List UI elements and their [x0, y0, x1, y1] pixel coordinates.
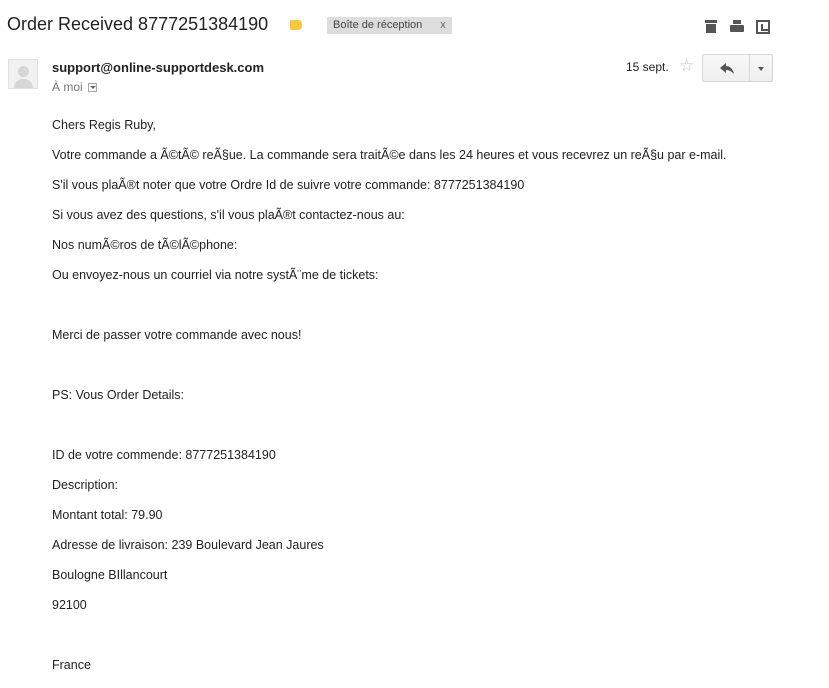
print-icon[interactable] — [730, 20, 744, 34]
body-line: Votre commande a Ã©tÃ© reÃ§ue. La comman… — [52, 148, 727, 162]
thread-actions — [704, 20, 770, 34]
city: Boulogne BIllancourt — [52, 568, 168, 582]
total-amount: Montant total: 79.90 — [52, 508, 163, 522]
order-id: ID de votre commende: 8777251384190 — [52, 448, 276, 462]
thanks-line: Merci de passer votre commande avec nous… — [52, 328, 302, 342]
sender-address[interactable]: support@online-supportdesk.com — [52, 60, 264, 75]
body-line: S'il vous plaÃ®t noter que votre Ordre I… — [52, 178, 525, 192]
reply-button-group — [702, 54, 773, 82]
more-options-button[interactable] — [750, 55, 772, 81]
remove-label-button[interactable]: x — [440, 17, 446, 34]
subject-bar: Order Received 8777251384190 Boîte de ré… — [0, 0, 829, 50]
recipient-text: À moi — [52, 80, 83, 94]
archive-icon[interactable] — [704, 20, 718, 34]
message-date: 15 sept. — [626, 60, 669, 74]
body-line: Si vous avez des questions, s'il vous pl… — [52, 208, 405, 222]
show-details-icon[interactable] — [87, 82, 97, 92]
body-line: Nos numÃ©ros de tÃ©lÃ©phone: — [52, 238, 238, 252]
reply-button[interactable] — [703, 55, 751, 81]
ps-line: PS: Vous Order Details: — [52, 388, 185, 402]
avatar-body — [14, 79, 33, 88]
shipping-address: Adresse de livraison: 239 Boulevard Jean… — [52, 538, 324, 552]
message-body: Chers Regis Ruby, Votre commande a Ã©tÃ©… — [52, 103, 752, 688]
postal-code: 92100 — [52, 598, 87, 612]
message-header: support@online-supportdesk.com À moi 15 … — [0, 50, 829, 100]
avatar-head — [18, 66, 29, 77]
avatar[interactable] — [8, 59, 38, 89]
star-icon[interactable]: ☆ — [679, 56, 694, 76]
reply-icon — [720, 63, 734, 74]
country: France — [52, 658, 91, 672]
body-line: Ou envoyez-nous un courriel via notre sy… — [52, 268, 379, 282]
new-window-icon[interactable] — [756, 20, 770, 34]
inbox-label-chip[interactable]: Boîte de réception x — [327, 17, 452, 34]
greeting: Chers Regis Ruby, — [52, 118, 156, 132]
email-subject: Order Received 8777251384190 — [7, 14, 269, 34]
inbox-label-text[interactable]: Boîte de réception — [333, 17, 422, 34]
description: Description: — [52, 478, 118, 492]
important-label-icon[interactable] — [290, 20, 302, 30]
recipient-line: À moi — [52, 80, 97, 94]
